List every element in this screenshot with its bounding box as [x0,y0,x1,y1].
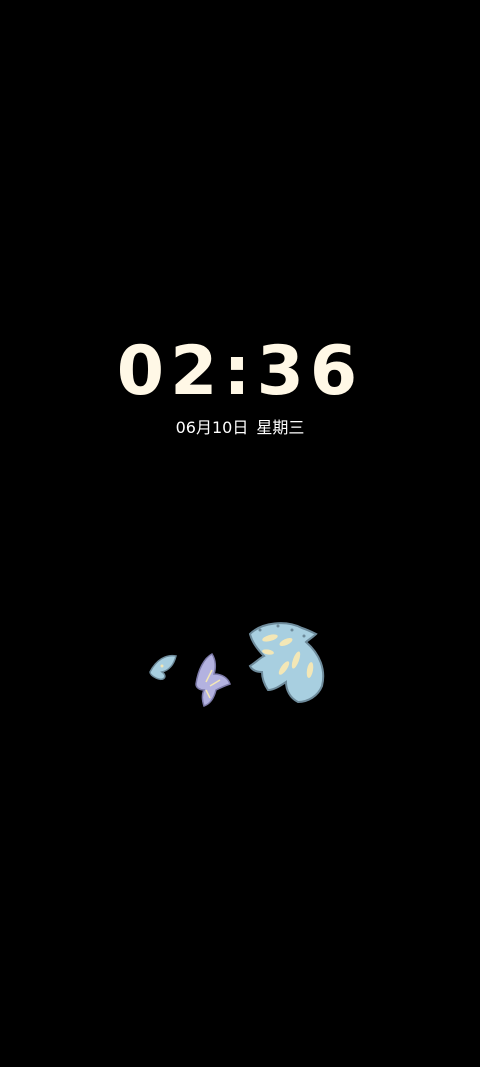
small-bird-icon [149,654,177,681]
medium-bird-icon [195,653,231,707]
always-on-display-screen: 02:36 06月10日 星期三 [0,0,480,1067]
clock-time: 02:36 [116,332,364,411]
weekday-label: 星期三 [256,418,305,437]
flying-birds-icon [149,622,325,707]
date-row: 06月10日 星期三 [0,416,480,440]
date-label: 06月10日 [175,418,249,437]
large-bird-icon [248,622,325,704]
